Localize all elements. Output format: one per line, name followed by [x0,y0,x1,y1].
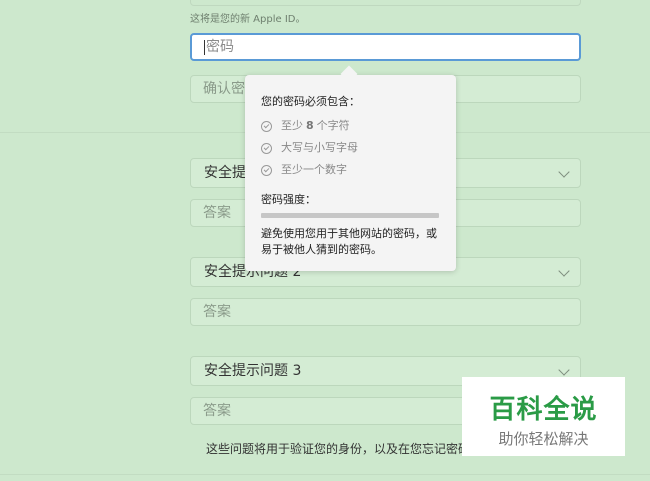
password-input[interactable]: 密码 [190,33,581,61]
requirement-case: 大写与小写字母 [261,137,440,159]
apple-id-hint: 这将是您的新 Apple ID。 [190,14,306,25]
requirement-length-pre: 至少 [281,119,303,132]
watermark-logo: 百科全说 助你轻松解决 [462,377,625,456]
watermark-title: 百科全说 [489,395,598,425]
answer-3-placeholder: 答案 [203,403,231,419]
apple-id-field-edge [190,0,581,6]
answer-1-placeholder: 答案 [203,205,231,221]
requirement-case-text: 大写与小写字母 [281,141,358,154]
strength-label: 密码强度： [261,193,316,206]
page: 这将是您的新 Apple ID。 密码 确认密码 安全提示问题 答案 安全提示问… [0,0,650,481]
popover-title: 您的密码必须包含： [261,95,360,108]
requirement-digit: 至少一个数字 [261,159,440,181]
check-circle-icon [261,164,272,176]
check-circle-icon [261,120,272,132]
answer-2-input[interactable]: 答案 [190,298,581,326]
text-caret [204,39,205,55]
check-circle-icon [261,142,272,154]
watermark-subtitle: 助你轻松解决 [498,430,589,448]
security-question-3-label: 安全提示问题 3 [204,363,302,379]
chevron-down-icon [558,265,570,277]
answer-2-placeholder: 答案 [203,304,231,320]
password-advice: 避免使用您用于其他网站的密码，或易于被他人猜到的密码。 [261,227,437,256]
password-requirements-popover: 您的密码必须包含： 至少 8 个字符 大写与小写字母 至少一个数字 密码强度： … [245,75,456,271]
security-footnote: 这些问题将用于验证您的身份，以及在您忘记密码时 [206,442,462,456]
requirement-length: 至少 8 个字符 [261,115,440,137]
chevron-down-icon [558,166,570,178]
password-placeholder: 密码 [206,39,234,55]
requirement-length-num: 8 [306,119,314,132]
requirement-digit-text: 至少一个数字 [281,163,347,176]
bottom-divider [0,474,650,475]
chevron-down-icon [558,364,570,376]
strength-meter [261,213,439,218]
requirement-length-post: 个字符 [316,119,350,132]
